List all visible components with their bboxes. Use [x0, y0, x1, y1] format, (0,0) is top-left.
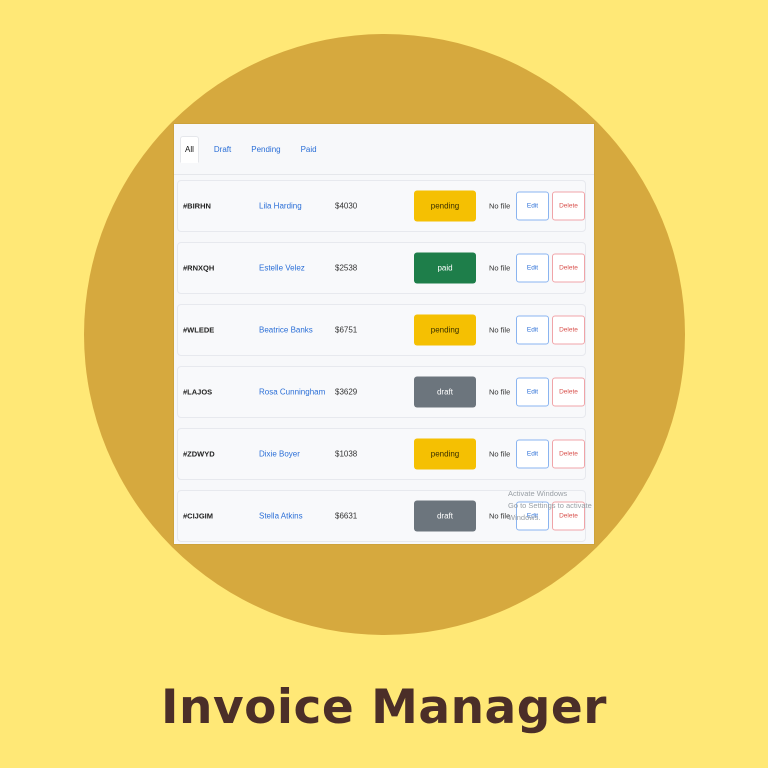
client-link[interactable]: Lila Harding	[259, 202, 302, 211]
invoice-id: #WLEDE	[183, 325, 215, 335]
invoice-id: #RNXQH	[183, 263, 215, 273]
invoice-row: #WLEDE Beatrice Banks $6751 pending No f…	[177, 304, 586, 356]
invoice-id: #ZDWYD	[183, 449, 215, 459]
client-link[interactable]: Beatrice Banks	[259, 326, 313, 335]
invoice-amount: $2538	[335, 263, 358, 273]
delete-button[interactable]: Delete	[552, 501, 585, 531]
app-title: Invoice Manager	[161, 680, 607, 735]
invoice-id: #LAJOS	[183, 387, 213, 397]
edit-button[interactable]: Edit	[516, 439, 549, 469]
delete-button[interactable]: Delete	[552, 253, 585, 283]
invoice-row: #BIRHN Lila Harding $4030 pending No fil…	[177, 180, 586, 232]
status-badge: pending	[414, 190, 476, 222]
tab-all[interactable]: All	[180, 135, 199, 163]
edit-button[interactable]: Edit	[516, 315, 549, 345]
file-status: No file	[489, 449, 511, 459]
invoice-row: #LAJOS Rosa Cunningham $3629 draft No fi…	[177, 366, 586, 418]
client-link[interactable]: Stella Atkins	[259, 512, 303, 521]
delete-button[interactable]: Delete	[552, 191, 585, 221]
status-badge: paid	[414, 252, 476, 284]
file-status: No file	[489, 387, 511, 397]
delete-button[interactable]: Delete	[552, 377, 585, 407]
tab-paid[interactable]: Paid	[296, 136, 322, 163]
status-badge: pending	[414, 438, 476, 470]
edit-button[interactable]: Edit	[516, 191, 549, 221]
client-link[interactable]: Dixie Boyer	[259, 450, 300, 459]
status-badge: draft	[414, 500, 476, 532]
client-link[interactable]: Rosa Cunningham	[259, 388, 325, 397]
invoice-id: #BIRHN	[183, 201, 211, 211]
invoice-amount: $3629	[335, 387, 358, 397]
invoice-row: #CIJGIM Stella Atkins $6631 draft No fil…	[177, 490, 586, 542]
file-status: No file	[489, 201, 511, 211]
client-link[interactable]: Estelle Velez	[259, 264, 305, 273]
delete-button[interactable]: Delete	[552, 315, 585, 345]
file-status: No file	[489, 325, 511, 335]
invoice-row: #RNXQH Estelle Velez $2538 paid No file …	[177, 242, 586, 294]
edit-button[interactable]: Edit	[516, 501, 549, 531]
status-badge: draft	[414, 376, 476, 408]
invoice-amount: $6751	[335, 325, 358, 335]
delete-button[interactable]: Delete	[552, 439, 585, 469]
edit-button[interactable]: Edit	[516, 253, 549, 283]
invoice-amount: $6631	[335, 511, 358, 521]
file-status: No file	[489, 263, 511, 273]
invoice-id: #CIJGIM	[183, 511, 214, 521]
invoice-amount: $1038	[335, 449, 358, 459]
file-status: No file	[489, 511, 511, 521]
invoice-row: #ZDWYD Dixie Boyer $1038 pending No file…	[177, 428, 586, 480]
tab-pending[interactable]: Pending	[246, 136, 285, 163]
invoice-list-screenshot: All Draft Pending Paid #BIRHN Lila Hardi…	[174, 124, 594, 544]
edit-button[interactable]: Edit	[516, 377, 549, 407]
status-badge: pending	[414, 314, 476, 346]
tab-draft[interactable]: Draft	[209, 136, 236, 163]
invoice-amount: $4030	[335, 201, 358, 211]
status-filter-tabs: All Draft Pending Paid	[174, 124, 594, 175]
